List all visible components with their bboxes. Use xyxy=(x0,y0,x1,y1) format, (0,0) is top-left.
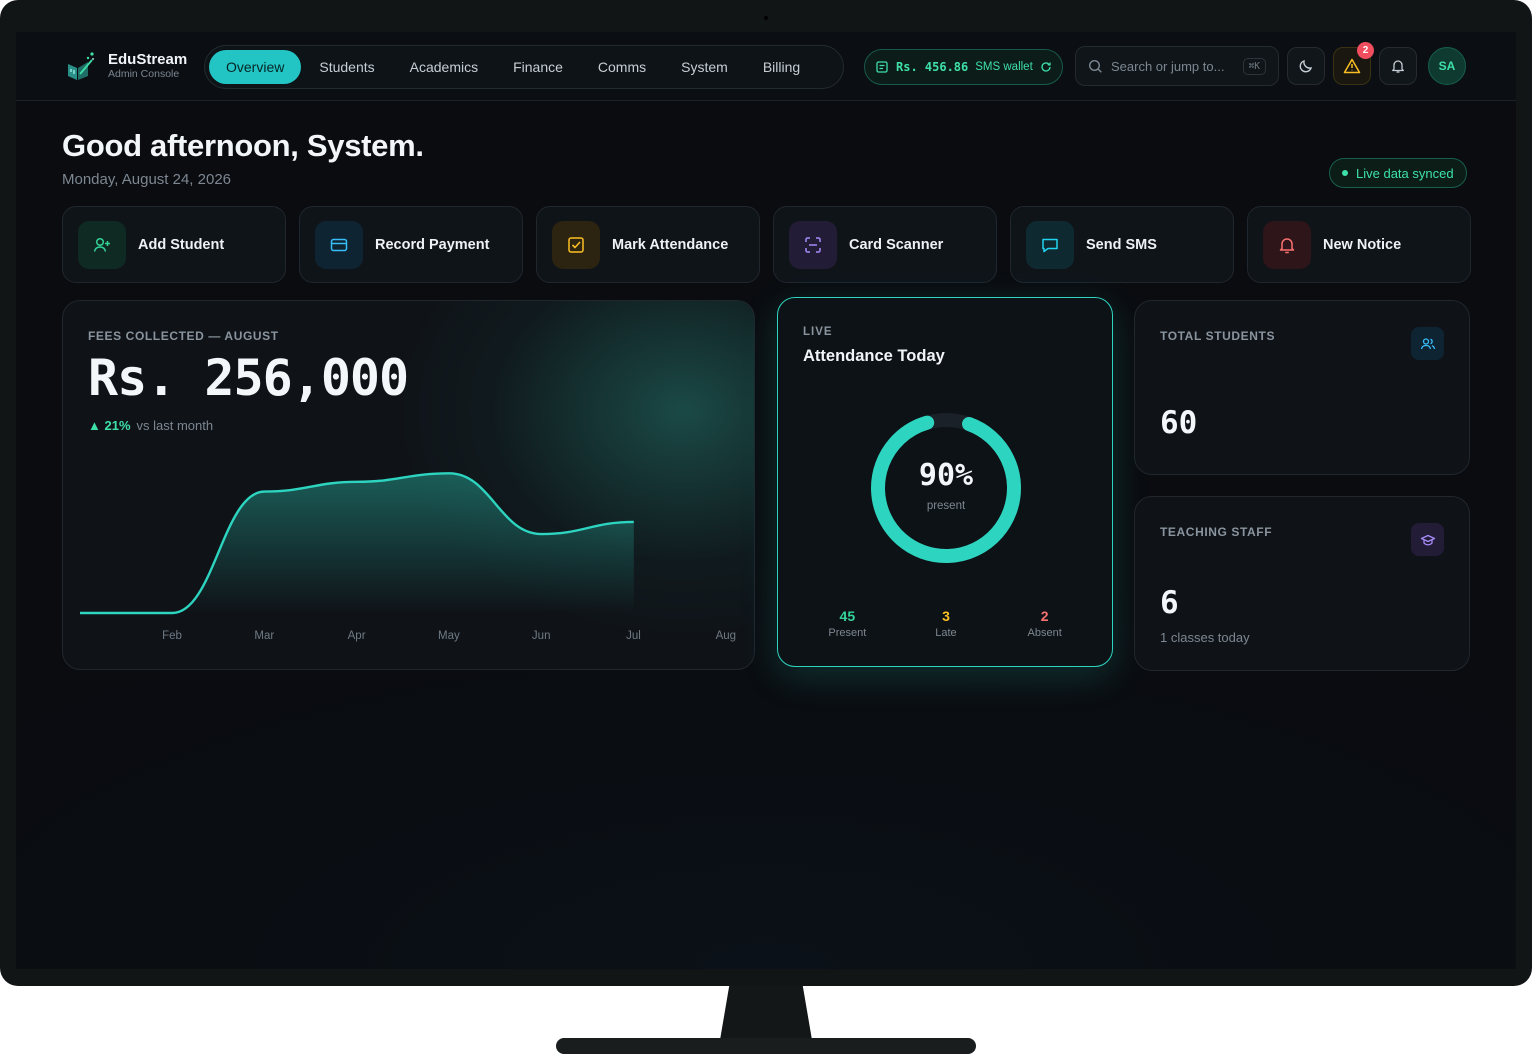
teaching-staff-card[interactable]: TEACHING STAFF 6 1 classes today xyxy=(1134,496,1470,671)
x-tick-may: May xyxy=(438,630,460,642)
x-tick-jul: Jul xyxy=(626,630,641,642)
mark-attendance-button[interactable]: Mark Attendance xyxy=(536,206,760,283)
credit-card-icon xyxy=(315,220,363,269)
late-label: Late xyxy=(935,627,957,639)
add-student-label: Add Student xyxy=(138,236,225,253)
attendance-percent-sub: present xyxy=(926,500,966,512)
user-plus-icon xyxy=(78,220,126,269)
add-student-button[interactable]: Add Student xyxy=(62,206,286,283)
nav-system[interactable]: System xyxy=(664,50,745,84)
fees-trend: ▲ 21% vs last month xyxy=(88,418,213,433)
classes-today: 1 classes today xyxy=(1160,630,1250,645)
user-avatar[interactable]: SA xyxy=(1428,47,1466,85)
fees-amount: Rs. 256,000 xyxy=(88,349,409,407)
present-label: Present xyxy=(828,627,867,639)
present-count: 45 xyxy=(839,608,856,624)
stat-absent: 2 Absent xyxy=(1005,608,1085,639)
card-scanner-label: Card Scanner xyxy=(849,236,944,253)
sync-label: Live data synced xyxy=(1356,165,1454,181)
brand-subtitle: Admin Console xyxy=(108,68,180,80)
moon-icon xyxy=(1299,59,1313,73)
wallet-label: SMS wallet xyxy=(975,61,1033,73)
monitor-stand xyxy=(720,986,812,1040)
notifications-button[interactable] xyxy=(1379,47,1417,85)
bell-icon xyxy=(1392,60,1404,73)
users-icon xyxy=(1411,327,1444,360)
record-payment-label: Record Payment xyxy=(375,236,490,253)
attendance-percent: 90% xyxy=(918,458,974,493)
nav-students[interactable]: Students xyxy=(302,50,391,84)
refresh-icon[interactable] xyxy=(1040,61,1052,73)
warning-icon xyxy=(1343,58,1361,74)
nav-billing[interactable]: Billing xyxy=(746,50,817,84)
brand-name: EduStream xyxy=(108,51,188,68)
brand[interactable]: EduStream Admin Console xyxy=(66,50,187,82)
new-notice-button[interactable]: New Notice xyxy=(1247,206,1471,283)
quick-actions: Add Student Record Payment Mark Attendan… xyxy=(62,206,1471,283)
camera-dot xyxy=(764,16,768,20)
fees-collected-card[interactable]: Feb Mar Apr May Jun Jul Aug FEES COLLECTED — A… xyxy=(62,300,755,670)
monitor-base xyxy=(556,1038,976,1054)
stat-late: 3 Late xyxy=(906,608,986,639)
wallet-amount: Rs. 456.86 xyxy=(896,60,969,74)
absent-count: 2 xyxy=(1040,608,1049,624)
nav-overview[interactable]: Overview xyxy=(209,50,302,84)
top-header: EduStream Admin Console Overview Student… xyxy=(16,32,1516,101)
nav-comms[interactable]: Comms xyxy=(581,50,663,84)
trend-value: ▲ 21% xyxy=(88,418,131,433)
nav-finance[interactable]: Finance xyxy=(496,50,580,84)
record-payment-button[interactable]: Record Payment xyxy=(299,206,523,283)
receipt-icon xyxy=(876,61,888,73)
total-students-value: 60 xyxy=(1160,405,1198,441)
search-shortcut: ⌘K xyxy=(1242,57,1266,75)
search-box[interactable]: Search or jump to... ⌘K xyxy=(1075,46,1279,86)
bell-icon xyxy=(1263,220,1311,269)
mark-attendance-label: Mark Attendance xyxy=(612,236,729,253)
x-tick-apr: Apr xyxy=(348,630,366,642)
dashboard-screen: EduStream Admin Console Overview Student… xyxy=(16,32,1516,969)
current-date: Monday, August 24, 2026 xyxy=(62,171,232,188)
sync-status-badge: Live data synced xyxy=(1329,158,1467,188)
graduation-cap-icon xyxy=(1411,523,1444,556)
warnings-button[interactable]: 2 xyxy=(1333,42,1374,85)
teaching-staff-value: 6 xyxy=(1160,585,1179,621)
send-sms-label: Send SMS xyxy=(1086,236,1157,253)
total-students-card[interactable]: TOTAL STUDENTS 60 xyxy=(1134,300,1470,475)
nav-academics[interactable]: Academics xyxy=(393,50,495,84)
search-icon xyxy=(1088,59,1102,73)
x-tick-aug: Aug xyxy=(716,630,736,642)
edustream-logo-icon xyxy=(68,52,94,80)
fees-label: FEES COLLECTED — AUGUST xyxy=(88,329,279,343)
stat-present: 45 Present xyxy=(807,608,887,639)
page-title: Good afternoon, System. xyxy=(62,128,424,163)
search-placeholder: Search or jump to... xyxy=(1111,58,1225,74)
new-notice-label: New Notice xyxy=(1323,236,1402,253)
attendance-card[interactable]: LIVE Attendance Today 90% present 45 Pre… xyxy=(777,297,1113,667)
fees-area-fill xyxy=(80,473,634,613)
send-sms-button[interactable]: Send SMS xyxy=(1010,206,1234,283)
warning-count-badge: 2 xyxy=(1357,42,1374,59)
message-icon xyxy=(1026,220,1074,269)
late-count: 3 xyxy=(942,608,950,624)
absent-label: Absent xyxy=(1027,627,1062,639)
x-tick-feb: Feb xyxy=(162,630,182,642)
checkbox-icon xyxy=(552,220,600,269)
x-tick-jun: Jun xyxy=(532,630,551,642)
attendance-title: Attendance Today xyxy=(803,347,945,365)
sync-dot xyxy=(1342,170,1348,176)
scan-icon xyxy=(789,220,837,269)
trend-text: vs last month xyxy=(136,418,214,433)
main-nav: Overview Students Academics Finance Comm… xyxy=(204,45,844,89)
live-label: LIVE xyxy=(803,326,833,338)
theme-toggle-button[interactable] xyxy=(1287,47,1325,85)
total-students-label: TOTAL STUDENTS xyxy=(1160,329,1276,343)
teaching-staff-label: TEACHING STAFF xyxy=(1160,525,1273,539)
sms-wallet[interactable]: Rs. 456.86 SMS wallet xyxy=(864,49,1063,85)
card-scanner-button[interactable]: Card Scanner xyxy=(773,206,997,283)
x-tick-mar: Mar xyxy=(254,630,274,642)
fees-x-axis: Feb Mar Apr May Jun Jul Aug xyxy=(162,630,736,642)
attendance-stats: 45 Present 3 Late 2 Absent xyxy=(798,608,1094,639)
